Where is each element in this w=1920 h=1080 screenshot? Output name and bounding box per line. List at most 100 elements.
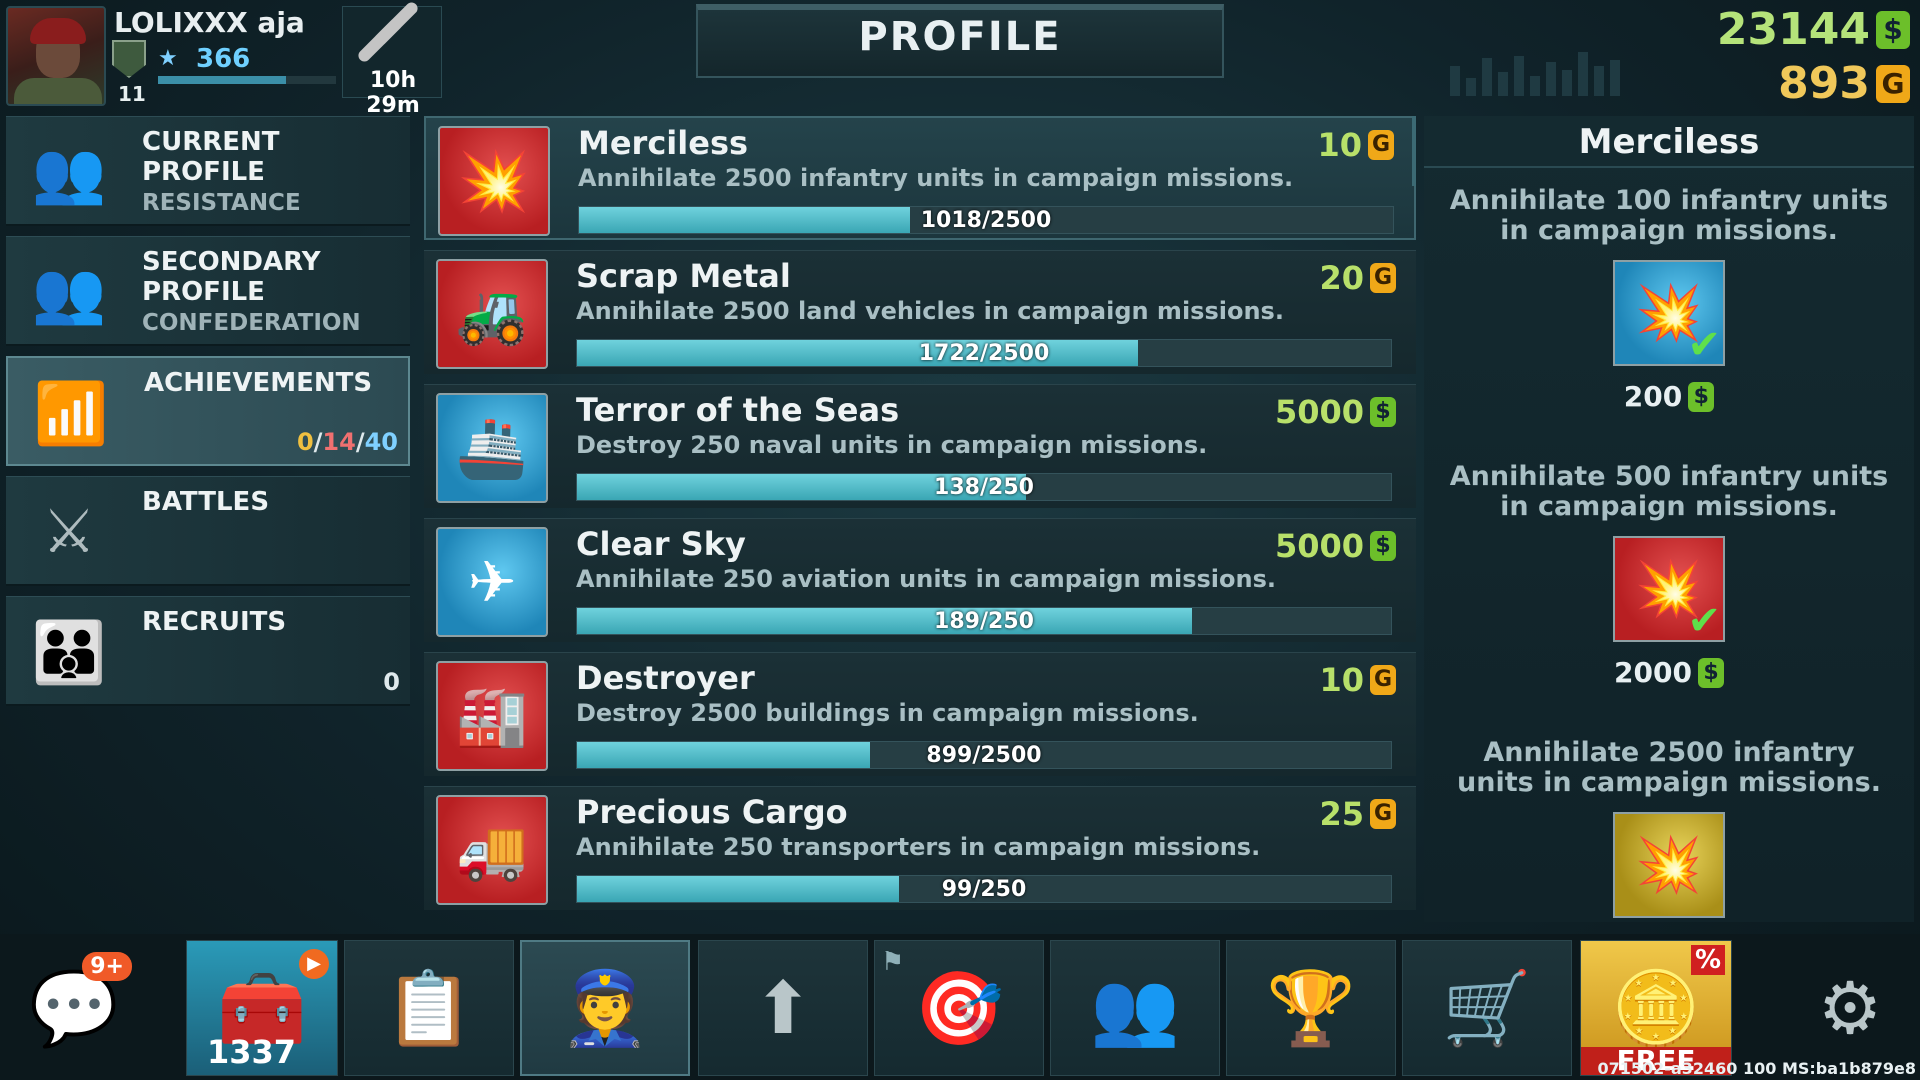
- achievement-row[interactable]: 💥 Merciless Annihilate 2500 infantry uni…: [424, 116, 1416, 240]
- tier-reward: 200 $: [1424, 380, 1914, 413]
- leaderboard-button[interactable]: 🏆: [1226, 940, 1396, 1076]
- jet-icon: ✈: [436, 527, 548, 637]
- reward-amount: 10: [1319, 661, 1364, 699]
- menu-item-recruits[interactable]: 👪 RECRUITS 0: [6, 596, 410, 706]
- achievement-reward: 10 G: [1317, 126, 1394, 164]
- shopping-cart-icon: 🛒: [1442, 965, 1532, 1050]
- alliance-button[interactable]: 👥: [1050, 940, 1220, 1076]
- dollar-icon: $: [1370, 531, 1396, 561]
- gear-icon: ⚙: [1817, 966, 1883, 1050]
- achievement-row[interactable]: 🚚 Precious Cargo Annihilate 250 transpor…: [424, 786, 1416, 910]
- menu-item-sub: CONFEDERATION: [142, 310, 361, 336]
- play-icon: ▶: [299, 949, 329, 979]
- chat-button[interactable]: 💬 9+: [4, 940, 144, 1076]
- recruits-icon: 👪: [31, 617, 107, 688]
- tank-explosion-icon: 🚜: [436, 259, 548, 369]
- avatar-cap: [30, 18, 86, 44]
- reward-amount: 2000: [1614, 656, 1692, 689]
- profile-button[interactable]: 👮: [520, 940, 690, 1076]
- dollar-balance[interactable]: 23144 $: [1717, 4, 1910, 55]
- achievements-count: 0/14/40: [297, 428, 398, 456]
- tier-desc: Annihilate 2500 infantry units in campai…: [1457, 737, 1881, 798]
- gold-icon: G: [1370, 665, 1396, 695]
- achievement-row[interactable]: 🏭 Destroyer Destroy 2500 buildings in ca…: [424, 652, 1416, 776]
- chat-badge: 9+: [82, 952, 132, 981]
- achievement-row[interactable]: 🚜 Scrap Metal Annihilate 2500 land vehic…: [424, 250, 1416, 374]
- achievement-title: Merciless: [578, 124, 749, 162]
- gold-stack-icon: 🪙: [1611, 965, 1701, 1050]
- cargo-truck-icon: 🚚: [436, 795, 548, 905]
- missile-timer: 10h 29m: [366, 68, 420, 118]
- achievement-reward: 10 G: [1319, 661, 1396, 699]
- menu-item-achievements[interactable]: 📶 ACHIEVEMENTS 0/14/40: [6, 356, 410, 466]
- upgrade-wrench-icon: ⬆: [752, 966, 814, 1050]
- reward-amount: 5000: [1274, 527, 1364, 565]
- player-level: 11: [118, 82, 146, 106]
- settings-button[interactable]: ⚙: [1782, 940, 1918, 1076]
- shop-button[interactable]: 🛒: [1402, 940, 1572, 1076]
- page-title: PROFILE: [858, 14, 1062, 60]
- podium-icon: 🏆: [1266, 965, 1356, 1050]
- tier-reward: 2000 $: [1424, 656, 1914, 689]
- detail-title: Merciless: [1578, 122, 1760, 162]
- crossed-swords-icon: ⚔: [42, 497, 96, 567]
- reward-amount: 10: [1317, 126, 1362, 164]
- achievement-desc: Annihilate 250 aviation units in campaig…: [576, 565, 1276, 593]
- dollar-icon: $: [1370, 397, 1396, 427]
- gold-icon: G: [1368, 130, 1394, 160]
- menu-item-battles[interactable]: ⚔ BATTLES: [6, 476, 410, 586]
- progress-text: 899/2500: [926, 743, 1042, 768]
- achievement-row[interactable]: ✈ Clear Sky Annihilate 250 aviation unit…: [424, 518, 1416, 642]
- achievement-reward: 25 G: [1319, 795, 1396, 833]
- divider: [1424, 166, 1914, 168]
- checkmark-icon: ✔: [1687, 322, 1721, 368]
- achievement-reward: 5000 $: [1275, 527, 1396, 565]
- gold-balance[interactable]: 893 G: [1778, 58, 1910, 109]
- achievement-title: Precious Cargo: [576, 793, 848, 831]
- menu-item-sub: RESISTANCE: [142, 190, 301, 216]
- free-gold-button[interactable]: 🪙 % FREE: [1580, 940, 1732, 1076]
- progress-text: 1018/2500: [920, 208, 1052, 233]
- profile-menu: 👥 CURRENT PROFILE RESISTANCE 👥 SECONDARY…: [6, 116, 410, 716]
- achievement-row[interactable]: 🚢 Terror of the Seas Destroy 250 naval u…: [424, 384, 1416, 508]
- menu-item-label: RECRUITS: [142, 607, 287, 637]
- tier-desc: Annihilate 500 infantry units in campaig…: [1449, 461, 1889, 522]
- version-text: 071502-a32460 100 MS:ba1b879e8: [1597, 1059, 1917, 1078]
- gold-amount: 893: [1778, 58, 1870, 109]
- xp-progress-fill: [158, 76, 287, 84]
- soldiers-icon: 👥: [31, 137, 107, 208]
- achievement-progress-bar: 189/250: [576, 607, 1392, 635]
- progress-text: 189/250: [934, 609, 1034, 634]
- rising-bars-icon: 📶: [33, 378, 109, 449]
- reward-amount: 5000: [1274, 393, 1364, 431]
- dollar-amount: 23144: [1716, 4, 1870, 55]
- missions-button[interactable]: 📋: [344, 940, 514, 1076]
- soldiers-icon: 👥: [31, 257, 107, 328]
- list-scrollbar[interactable]: [1412, 116, 1416, 186]
- menu-item-label: SECONDARY PROFILE: [142, 247, 321, 307]
- achievement-list[interactable]: 💥 Merciless Annihilate 2500 infantry uni…: [424, 116, 1416, 922]
- player-avatar[interactable]: [6, 6, 106, 106]
- achievement-progress-bar: 138/250: [576, 473, 1392, 501]
- menu-item-secondary-profile[interactable]: 👥 SECONDARY PROFILE CONFEDERATION: [6, 236, 410, 346]
- chest-button[interactable]: 🧰 ▶ 1337: [186, 940, 338, 1076]
- player-xp: 366: [196, 44, 251, 74]
- top-bar: LOLIXXX aja 11 ★ 366 10h 29m PROFILE 231…: [0, 0, 1920, 118]
- achievement-progress-bar: 1722/2500: [576, 339, 1392, 367]
- tier-item: Annihilate 2500 infantry units in campai…: [1424, 738, 1914, 918]
- achievement-title: Terror of the Seas: [576, 391, 900, 429]
- checkmark-icon: ✔: [1687, 598, 1721, 644]
- achievement-desc: Annihilate 2500 infantry units in campai…: [578, 164, 1294, 192]
- discount-badge: %: [1690, 945, 1725, 975]
- achievement-desc: Annihilate 250 transporters in campaign …: [576, 833, 1261, 861]
- upgrade-button[interactable]: ⬆: [698, 940, 868, 1076]
- count-separator: /: [355, 428, 365, 456]
- bottom-nav: 💬 9+ 🧰 ▶ 1337 📋 👮 ⬆ 🎯 ⚑ 👥 🏆 🛒 🪙 % FREE ⚙…: [0, 934, 1920, 1080]
- dollar-icon: $: [1876, 10, 1910, 49]
- reward-amount: 200: [1623, 380, 1683, 413]
- menu-item-current-profile[interactable]: 👥 CURRENT PROFILE RESISTANCE: [6, 116, 410, 226]
- xp-progress-bar: [158, 76, 336, 84]
- infantry-explosion-icon: 💥 ✔: [1613, 536, 1725, 644]
- campaign-button[interactable]: 🎯 ⚑: [874, 940, 1044, 1076]
- achievement-title: Clear Sky: [576, 525, 746, 563]
